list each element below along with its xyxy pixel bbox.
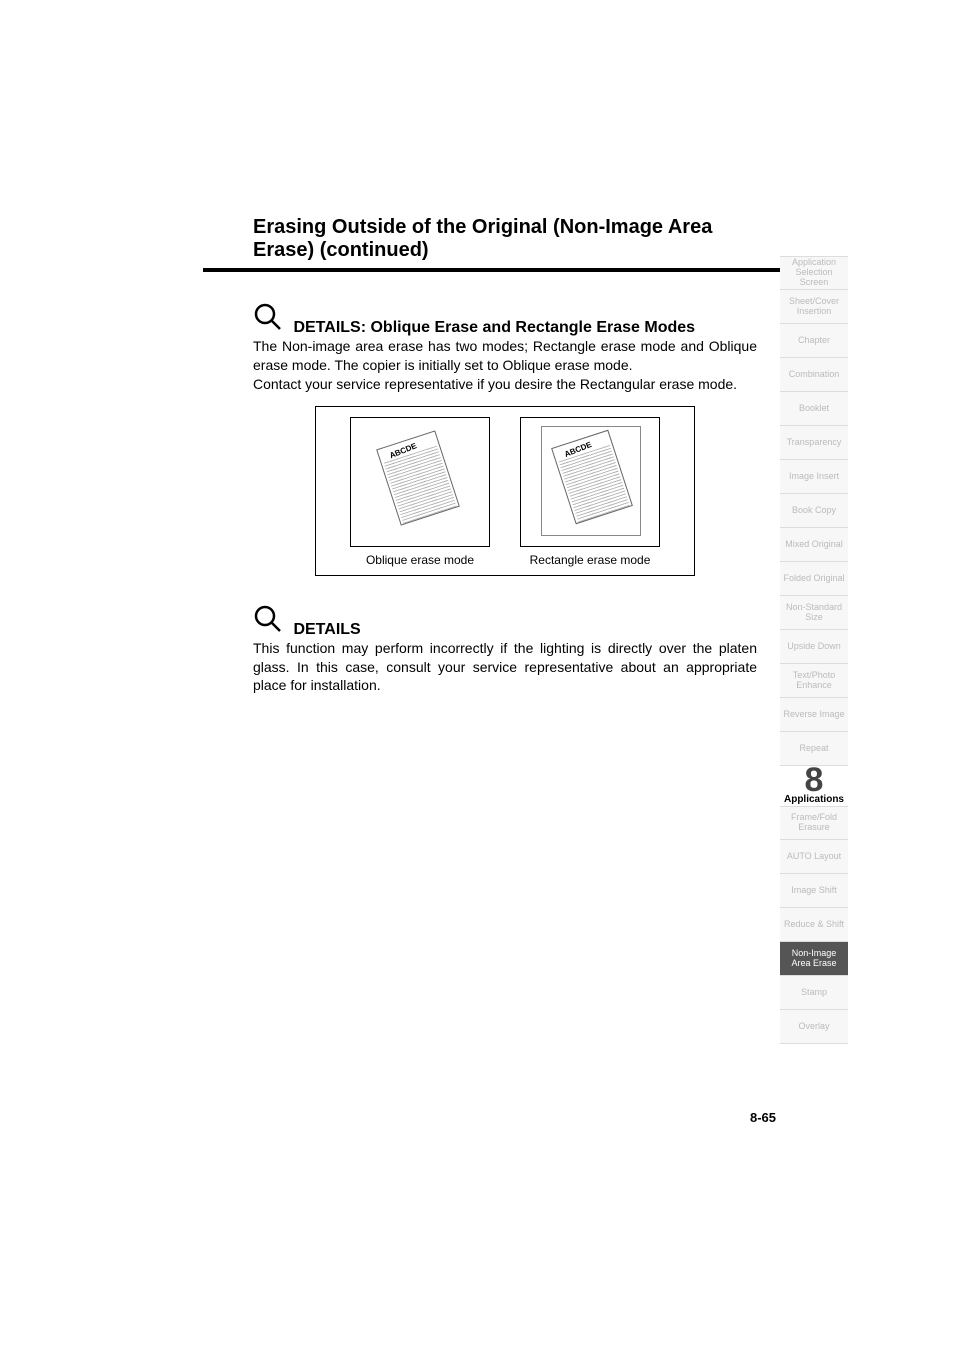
page-title: Erasing Outside of the Original (Non-Ima… — [253, 216, 757, 262]
magnifier-icon — [253, 604, 283, 639]
sidebar-item[interactable]: Sheet/Cover Insertion — [780, 290, 848, 324]
sidebar-nav: Application Selection Screen Sheet/Cover… — [780, 256, 848, 1044]
details-2-body: This function may perform incorrectly if… — [253, 639, 757, 696]
sidebar-item[interactable]: Booklet — [780, 392, 848, 426]
details-1-p1: The Non-image area erase has two modes; … — [253, 337, 757, 375]
rectangle-diagram: ABCDE — [520, 417, 660, 547]
sidebar-item[interactable]: Transparency — [780, 426, 848, 460]
sidebar-item[interactable]: Text/Photo Enhance — [780, 664, 848, 698]
sidebar-item[interactable]: Chapter — [780, 324, 848, 358]
sidebar-item[interactable]: Application Selection Screen — [780, 256, 848, 290]
details-1-p2: Contact your service representative if y… — [253, 375, 757, 394]
oblique-diagram: ABCDE — [350, 417, 490, 547]
sidebar-item[interactable]: Combination — [780, 358, 848, 392]
sidebar-item[interactable]: Reverse Image — [780, 698, 848, 732]
details-2-heading: DETAILS — [293, 621, 360, 638]
sidebar-item[interactable]: Upside Down — [780, 630, 848, 664]
caption-rectangle: Rectangle erase mode — [530, 553, 651, 567]
sidebar-item[interactable]: Stamp — [780, 976, 848, 1010]
sidebar-item[interactable]: Image Insert — [780, 460, 848, 494]
sidebar-item-current[interactable]: Non-Image Area Erase — [780, 942, 848, 976]
erase-mode-figure: ABCDE Oblique erase mode ABCDE — [253, 406, 757, 576]
sidebar-item[interactable]: Book Copy — [780, 494, 848, 528]
details-block-1: DETAILS: Oblique Erase and Rectangle Era… — [253, 302, 757, 394]
title-underline — [203, 268, 801, 272]
sidebar-item[interactable]: Folded Original — [780, 562, 848, 596]
chapter-number: 8 — [805, 767, 824, 794]
details-block-2: DETAILS This function may perform incorr… — [253, 604, 757, 696]
sidebar-item[interactable]: Frame/Fold Erasure — [780, 806, 848, 840]
magnifier-icon — [253, 302, 283, 337]
sidebar-item[interactable]: Image Shift — [780, 874, 848, 908]
page-number: 8-65 — [750, 1110, 776, 1125]
caption-oblique: Oblique erase mode — [366, 553, 474, 567]
sidebar-item[interactable]: AUTO Layout — [780, 840, 848, 874]
sidebar-item[interactable]: Non-Standard Size — [780, 596, 848, 630]
chapter-label: Applications — [784, 794, 844, 805]
details-1-heading: DETAILS: Oblique Erase and Rectangle Era… — [293, 319, 695, 336]
sidebar-item[interactable]: Reduce & Shift — [780, 908, 848, 942]
sidebar-item[interactable]: Overlay — [780, 1010, 848, 1044]
sidebar-item[interactable]: Mixed Original — [780, 528, 848, 562]
sidebar-chapter-marker: 8 Applications — [780, 766, 848, 806]
